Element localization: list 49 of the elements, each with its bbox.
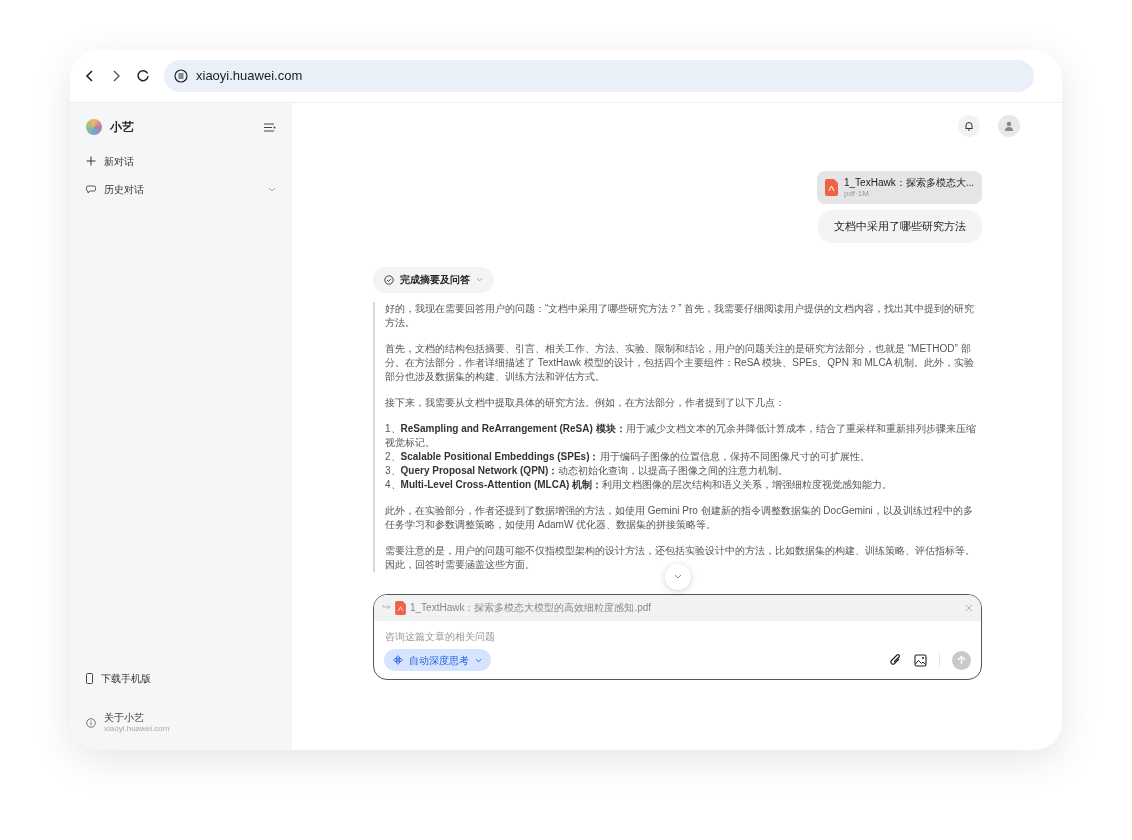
reasoning-paragraph: 需要注意的是，用户的问题可能不仅指模型架构的设计方法，还包括实验设计中的方法，比如数据集的构建、训练策略、评估指标等。因此，回答时需要涵盖这些方面。 xyxy=(385,543,976,572)
arrow-up-icon xyxy=(957,655,966,665)
attached-file-name: 1_TextHawk：探索多模态大模型的高效细粒度感知.pdf xyxy=(410,601,652,615)
list-item: 2、Scalable Positional Embeddings (SPEs)：用于编码子图像的位置信息，保持不同图像尺寸的可扩展性。 xyxy=(385,449,871,464)
reload-icon[interactable] xyxy=(136,69,150,83)
account-button[interactable] xyxy=(998,115,1020,137)
reasoning-paragraph: 接下来，我需要从文档中提取具体的研究方法。例如，在方法部分，作者提到了以下几点： xyxy=(385,395,786,410)
deep-thinking-toggle[interactable]: 自动深度思考 xyxy=(384,649,491,671)
info-icon xyxy=(86,717,96,728)
check-circle-icon xyxy=(384,274,394,285)
list-item: 3、Query Proposal Network (QPN)：动态初始化查询，以提高子图像之间的注意力机制。 xyxy=(385,463,790,478)
atom-icon xyxy=(393,655,403,665)
pdf-file-icon xyxy=(395,600,406,615)
list-item: 4、Multi-Level Cross-Attention (MLCA) 机制：利用文档图像的层次结构和语义关系，增强细粒度视觉感知能力。 xyxy=(385,477,894,492)
file-meta: pdf·1M xyxy=(843,189,870,199)
chevron-icon xyxy=(475,657,482,663)
app-logo-icon xyxy=(86,119,102,135)
url-text: xiaoyi.huawei.com xyxy=(196,67,303,86)
reasoning-paragraph: 此外，在实验部分，作者还提到了数据增强的方法，如使用 Gemini Pro 创建新的指令调整数据集的 DocGemini，以及训练过程中的多任务学习和参数调整策略，如使用 AdamW 优化器、数据集的拼接策略等。 xyxy=(385,503,974,532)
pdf-file-icon xyxy=(824,179,838,196)
bell-icon xyxy=(964,121,974,131)
paperclip-icon[interactable] xyxy=(889,653,902,667)
chat-bubble-icon xyxy=(86,184,96,194)
image-icon[interactable] xyxy=(914,653,927,667)
phone-icon xyxy=(86,673,93,684)
reasoning-paragraph: 首先，文档的结构包括摘要、引言、相关工作、方法、实验、限制和结论，用户的问题关注的是研究方法部分，也就是 “METHOD” 部分。在方法部分，作者详细描述了 TextHawk 模型的设计，包括四个主要组件：ReSA 模块、SPEs、QPN 和 MLCA 机制。此外，实验部分也涉及数据集的构建、训练方法和评估方式。 xyxy=(385,341,976,384)
sidebar-link[interactable]: 下载手机版 xyxy=(101,672,151,685)
person-icon xyxy=(1004,121,1014,131)
sidebar-item[interactable]: 新对话 xyxy=(86,147,276,175)
app-name: 小艺 xyxy=(110,119,134,136)
back-icon[interactable] xyxy=(84,69,96,83)
user-message: 文档中采用了哪些研究方法 xyxy=(818,210,982,243)
address-bar[interactable]: xiaoyi.huawei.com xyxy=(164,60,1034,92)
reply-arrow-icon xyxy=(382,604,391,611)
notification-button[interactable] xyxy=(958,115,980,137)
sidebar-item[interactable]: 历史对话 xyxy=(86,175,276,203)
site-url: xiaoyi.huawei.com xyxy=(104,724,170,734)
chevron-icon xyxy=(476,277,483,282)
chevron-down-icon xyxy=(673,574,682,579)
list-item: 1、ReSampling and ReArrangement (ReSA) 模块：用于减少文档文本的冗余并降低计算成本，结合了重采样和重新排列步骤来压缩视觉标记。 xyxy=(385,421,977,450)
question-input-field[interactable]: 1_TextHawk：探索多模态大模型的高效细粒度感知.pdf 咨询这篇文章的相关问题 自动深度思考 xyxy=(373,593,982,680)
plus-icon xyxy=(86,156,96,166)
thinking-status-chip[interactable]: 完成摘要及问答 xyxy=(373,266,494,293)
sidebar-toggle-icon[interactable] xyxy=(263,121,276,133)
reasoning-paragraph: 好的，我现在需要回答用户的问题：“文档中采用了哪些研究方法？” 首先，我需要仔细阅读用户提供的文档内容，找出其中提到的研究方法。 xyxy=(385,301,976,330)
sidebar-link[interactable]: 关于小艺 xyxy=(104,711,170,724)
attachment-card[interactable]: 1_TexHawk：探索多模态大... pdf·1M xyxy=(816,171,982,204)
file-name: 1_TexHawk：探索多模态大... xyxy=(843,176,974,189)
site-info-icon[interactable] xyxy=(174,69,188,83)
